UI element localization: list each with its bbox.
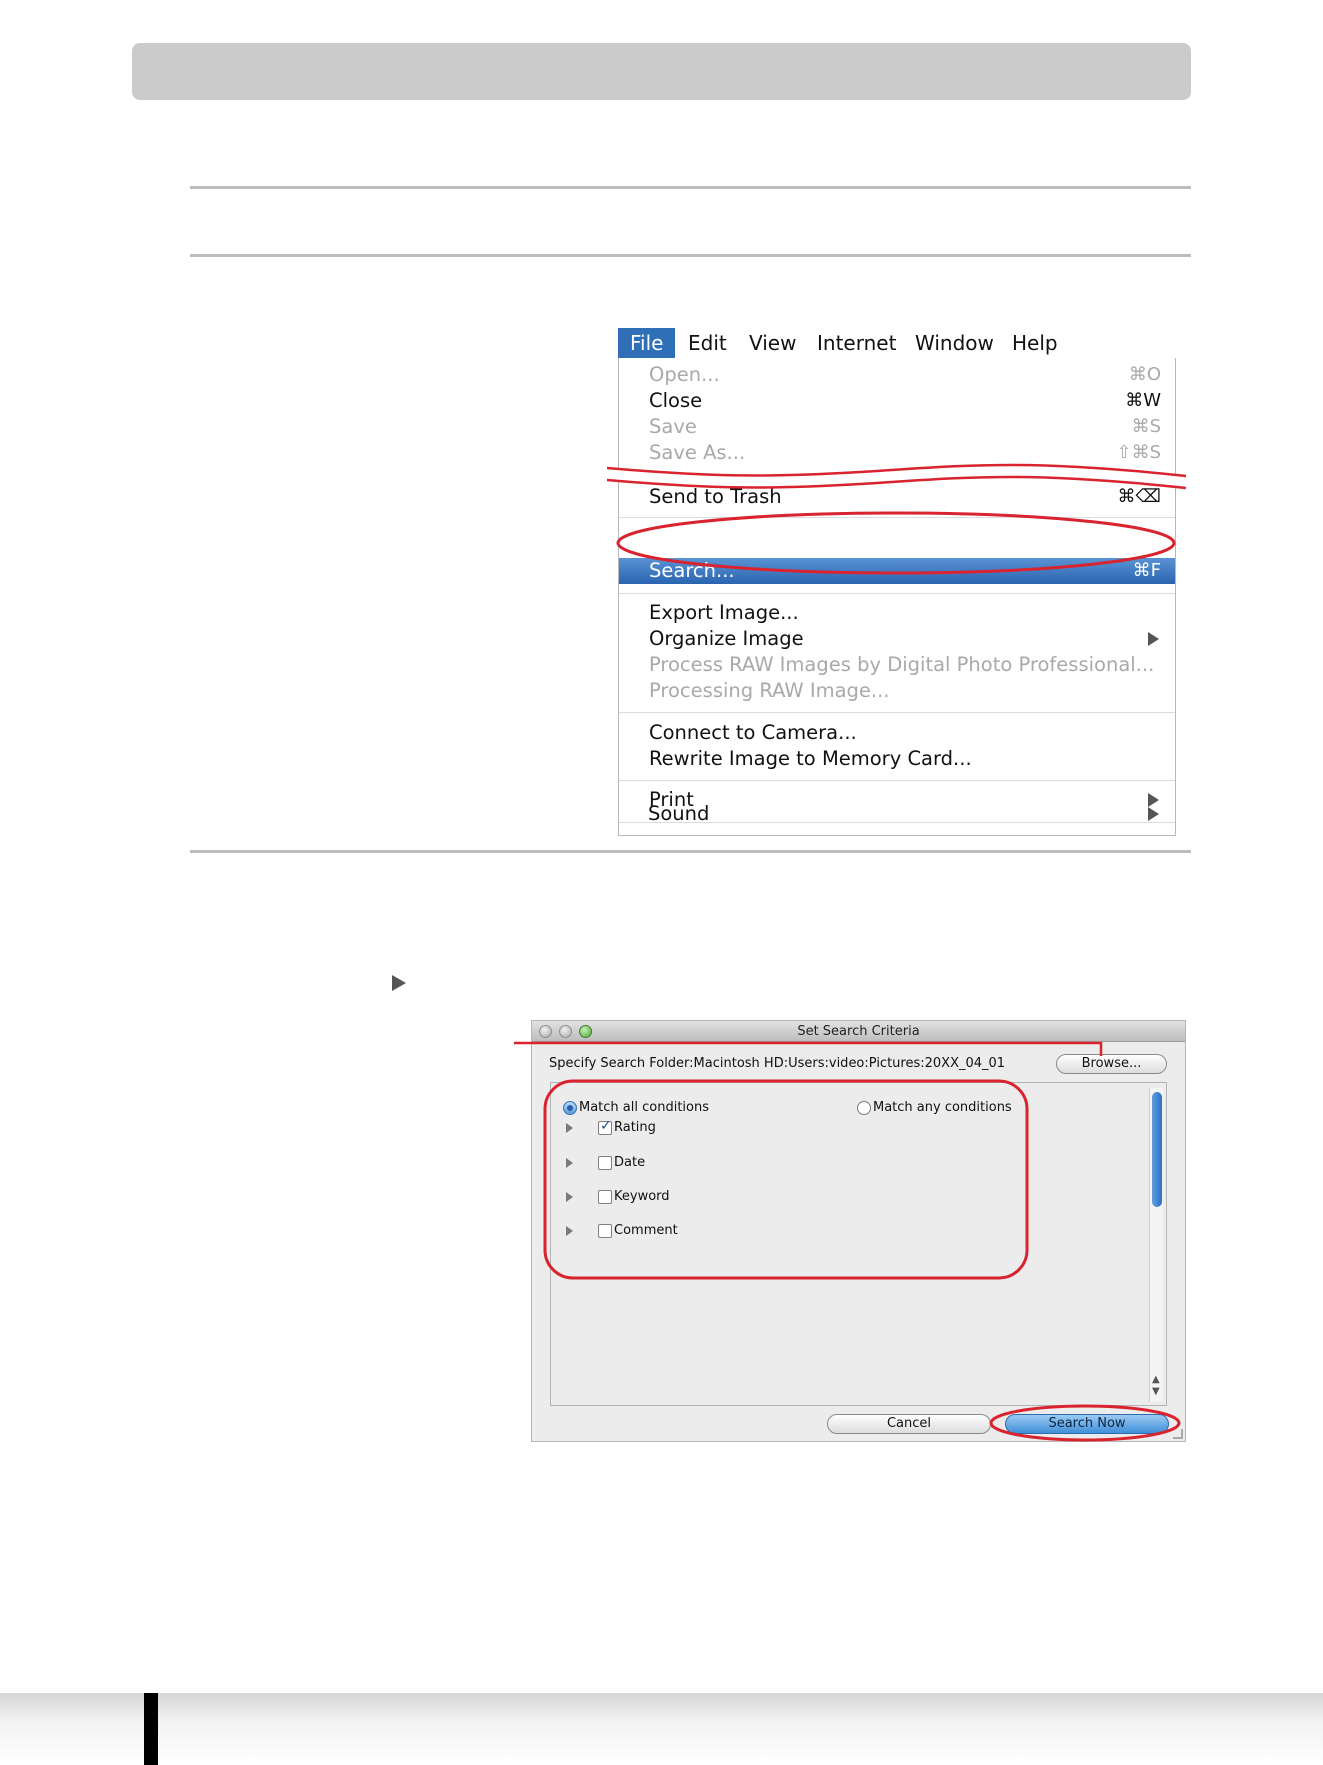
- menubar-view[interactable]: View: [749, 328, 796, 358]
- menu-shortcut-send-to-trash: ⌘⌫: [1117, 486, 1161, 507]
- cancel-button[interactable]: Cancel: [827, 1414, 991, 1434]
- submenu-arrow-icon: [1148, 632, 1159, 646]
- criterion-rating: Rating: [614, 1120, 656, 1135]
- match-any-radio[interactable]: [857, 1101, 871, 1115]
- menu-item-export-image[interactable]: Export Image...: [649, 601, 799, 625]
- menubar-internet[interactable]: Internet: [817, 328, 896, 358]
- section-rule: [190, 254, 1191, 257]
- expand-triangle-icon[interactable]: [566, 1158, 573, 1168]
- menu-shortcut-save: ⌘S: [1131, 416, 1161, 437]
- match-all-radio[interactable]: [563, 1101, 577, 1115]
- menu-item-close[interactable]: Close: [649, 389, 702, 413]
- menubar-help[interactable]: Help: [1012, 328, 1058, 358]
- expand-triangle-icon[interactable]: [566, 1123, 573, 1133]
- match-any-label: Match any conditions: [873, 1100, 1012, 1115]
- browse-button[interactable]: Browse...: [1056, 1054, 1167, 1074]
- section-rule: [190, 850, 1191, 853]
- comment-checkbox[interactable]: [598, 1224, 612, 1238]
- criterion-comment: Comment: [614, 1223, 678, 1238]
- step-arrow-icon: [392, 975, 406, 991]
- vertical-scrollbar[interactable]: ▲ ▼: [1149, 1088, 1163, 1402]
- submenu-arrow-icon: [1148, 807, 1159, 821]
- scroll-up-icon[interactable]: ▲: [1152, 1375, 1160, 1385]
- search-now-button[interactable]: Search Now: [1005, 1414, 1169, 1434]
- menu-separator: [619, 780, 1175, 781]
- rating-checkbox[interactable]: ✓: [598, 1118, 612, 1135]
- menu-item-send-to-trash[interactable]: Send to Trash: [649, 485, 782, 509]
- footer-bar: [0, 1693, 1323, 1765]
- menu-item-save[interactable]: Save: [649, 415, 697, 439]
- match-all-label: Match all conditions: [579, 1100, 709, 1115]
- criteria-panel: Match all conditions Match any condition…: [550, 1082, 1167, 1406]
- criterion-date: Date: [614, 1155, 646, 1170]
- menubar: File Edit View Internet Window Help: [618, 328, 1176, 358]
- submenu-arrow-icon: [1148, 793, 1159, 807]
- header-bar: [132, 43, 1191, 100]
- file-menu: Open... ⌘O Close ⌘W Save ⌘S Save As... ⇧…: [618, 358, 1176, 836]
- footer-tab-marker: [144, 1693, 158, 1765]
- menubar-file[interactable]: File: [618, 328, 676, 358]
- file-menu-screenshot: File Edit View Internet Window Help Open…: [618, 328, 1176, 836]
- menu-item-search[interactable]: Search...: [649, 559, 735, 583]
- dialog-title: Set Search Criteria: [797, 1024, 920, 1039]
- expand-triangle-icon[interactable]: [566, 1192, 573, 1202]
- menu-shortcut-open: ⌘O: [1128, 364, 1161, 385]
- menubar-edit[interactable]: Edit: [688, 328, 727, 358]
- resize-grip-icon[interactable]: [1173, 1429, 1183, 1439]
- date-checkbox[interactable]: [598, 1156, 612, 1170]
- menu-item-search-highlight[interactable]: Search... ⌘F: [619, 558, 1175, 584]
- menu-item-sound[interactable]: Sound: [648, 802, 709, 826]
- criterion-keyword: Keyword: [614, 1189, 670, 1204]
- menu-shortcut-close: ⌘W: [1125, 390, 1161, 411]
- menu-separator: [619, 517, 1175, 518]
- menu-item-connect-camera[interactable]: Connect to Camera...: [649, 721, 857, 745]
- menu-item-rewrite-memory-card[interactable]: Rewrite Image to Memory Card...: [649, 747, 972, 771]
- menu-shortcut-save-as: ⇧⌘S: [1116, 442, 1161, 463]
- expand-triangle-icon[interactable]: [566, 1226, 573, 1236]
- menubar-window[interactable]: Window: [915, 328, 994, 358]
- menu-separator: [619, 712, 1175, 713]
- menu-shortcut-search: ⌘F: [1132, 560, 1161, 581]
- keyword-checkbox[interactable]: [598, 1190, 612, 1204]
- scrollbar-thumb[interactable]: [1152, 1092, 1162, 1207]
- dialog-annotation-overlay: [514, 1041, 1181, 1442]
- scroll-down-icon[interactable]: ▼: [1152, 1387, 1160, 1397]
- menu-item-organize-image[interactable]: Organize Image: [649, 627, 804, 651]
- menu-item-open[interactable]: Open...: [649, 363, 720, 387]
- menu-item-save-as[interactable]: Save As...: [649, 441, 745, 465]
- search-criteria-dialog: Set Search Criteria Specify Search Folde…: [531, 1020, 1186, 1442]
- menu-item-processing-raw[interactable]: Processing RAW Image...: [649, 679, 890, 703]
- dialog-titlebar: Set Search Criteria: [532, 1021, 1185, 1042]
- annotation-overlay: [606, 463, 1187, 575]
- checkmark-icon: ✓: [600, 1118, 612, 1134]
- menu-item-process-raw-dpp[interactable]: Process RAW Images by Digital Photo Prof…: [649, 653, 1154, 677]
- section-rule: [190, 186, 1191, 189]
- search-folder-label: Specify Search Folder:Macintosh HD:Users…: [549, 1056, 1006, 1071]
- menu-separator: [619, 593, 1175, 594]
